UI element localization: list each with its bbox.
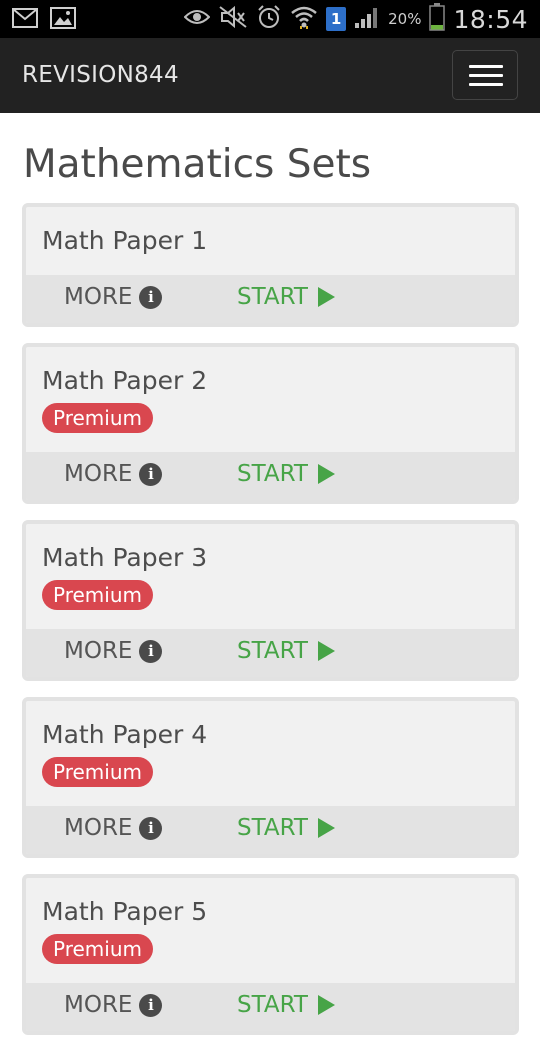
info-icon: i	[139, 993, 163, 1017]
start-button[interactable]: START	[237, 992, 335, 1018]
wifi-icon	[290, 5, 318, 33]
start-label: START	[237, 461, 308, 487]
more-label: MORE	[64, 992, 133, 1018]
more-label: MORE	[64, 284, 133, 310]
image-icon	[50, 7, 76, 33]
signal-icon	[354, 5, 380, 33]
paper-card: Math Paper 5 Premium MORE i START	[22, 874, 519, 1035]
paper-title: Math Paper 1	[42, 226, 208, 255]
more-button[interactable]: MORE i	[64, 461, 163, 487]
more-button[interactable]: MORE i	[64, 284, 163, 310]
more-label: MORE	[64, 461, 133, 487]
paper-title: Math Paper 5	[42, 897, 208, 926]
card-actions: MORE i START	[26, 452, 515, 500]
info-icon: i	[139, 285, 163, 309]
eye-icon	[183, 8, 211, 30]
info-icon: i	[139, 639, 163, 663]
mute-icon	[218, 5, 248, 33]
premium-badge: Premium	[42, 580, 153, 610]
paper-title: Math Paper 4	[42, 720, 208, 749]
play-icon	[317, 995, 335, 1015]
alarm-icon	[256, 4, 282, 34]
play-icon	[317, 818, 335, 838]
start-label: START	[237, 992, 308, 1018]
more-button[interactable]: MORE i	[64, 992, 163, 1018]
start-button[interactable]: START	[237, 461, 335, 487]
paper-title: Math Paper 3	[42, 543, 208, 572]
sim-badge: 1	[326, 7, 347, 31]
start-label: START	[237, 638, 308, 664]
menu-toggle-button[interactable]	[452, 50, 518, 100]
card-actions: MORE i START	[26, 806, 515, 854]
start-button[interactable]: START	[237, 284, 335, 310]
start-label: START	[237, 284, 308, 310]
play-icon	[317, 464, 335, 484]
main-content: Mathematics Sets Math Paper 1 MORE i STA…	[22, 113, 520, 1051]
card-actions: MORE i START	[26, 983, 515, 1031]
page-title: Mathematics Sets	[23, 142, 372, 187]
clock: 18:54	[453, 4, 528, 34]
play-icon	[317, 641, 335, 661]
battery-icon	[429, 3, 446, 35]
paper-card: Math Paper 2 Premium MORE i START	[22, 343, 519, 504]
battery-percent: 20%	[388, 10, 422, 28]
info-icon: i	[139, 816, 163, 840]
more-button[interactable]: MORE i	[64, 638, 163, 664]
paper-card: Math Paper 4 Premium MORE i START	[22, 697, 519, 858]
start-label: START	[237, 815, 308, 841]
start-button[interactable]: START	[237, 638, 335, 664]
premium-badge: Premium	[42, 403, 153, 433]
premium-badge: Premium	[42, 757, 153, 787]
card-actions: MORE i START	[26, 275, 515, 323]
more-label: MORE	[64, 638, 133, 664]
paper-card: Math Paper 1 MORE i START	[22, 203, 519, 327]
more-button[interactable]: MORE i	[64, 815, 163, 841]
status-bar: 1 20% 18:54	[0, 0, 540, 38]
brand-logo-text[interactable]: REVISION844	[22, 62, 179, 88]
navbar: REVISION844	[0, 38, 540, 113]
more-label: MORE	[64, 815, 133, 841]
paper-card: Math Paper 3 Premium MORE i START	[22, 520, 519, 681]
play-icon	[317, 287, 335, 307]
mail-icon	[12, 8, 38, 32]
info-icon: i	[139, 462, 163, 486]
paper-title: Math Paper 2	[42, 366, 208, 395]
start-button[interactable]: START	[237, 815, 335, 841]
card-actions: MORE i START	[26, 629, 515, 677]
